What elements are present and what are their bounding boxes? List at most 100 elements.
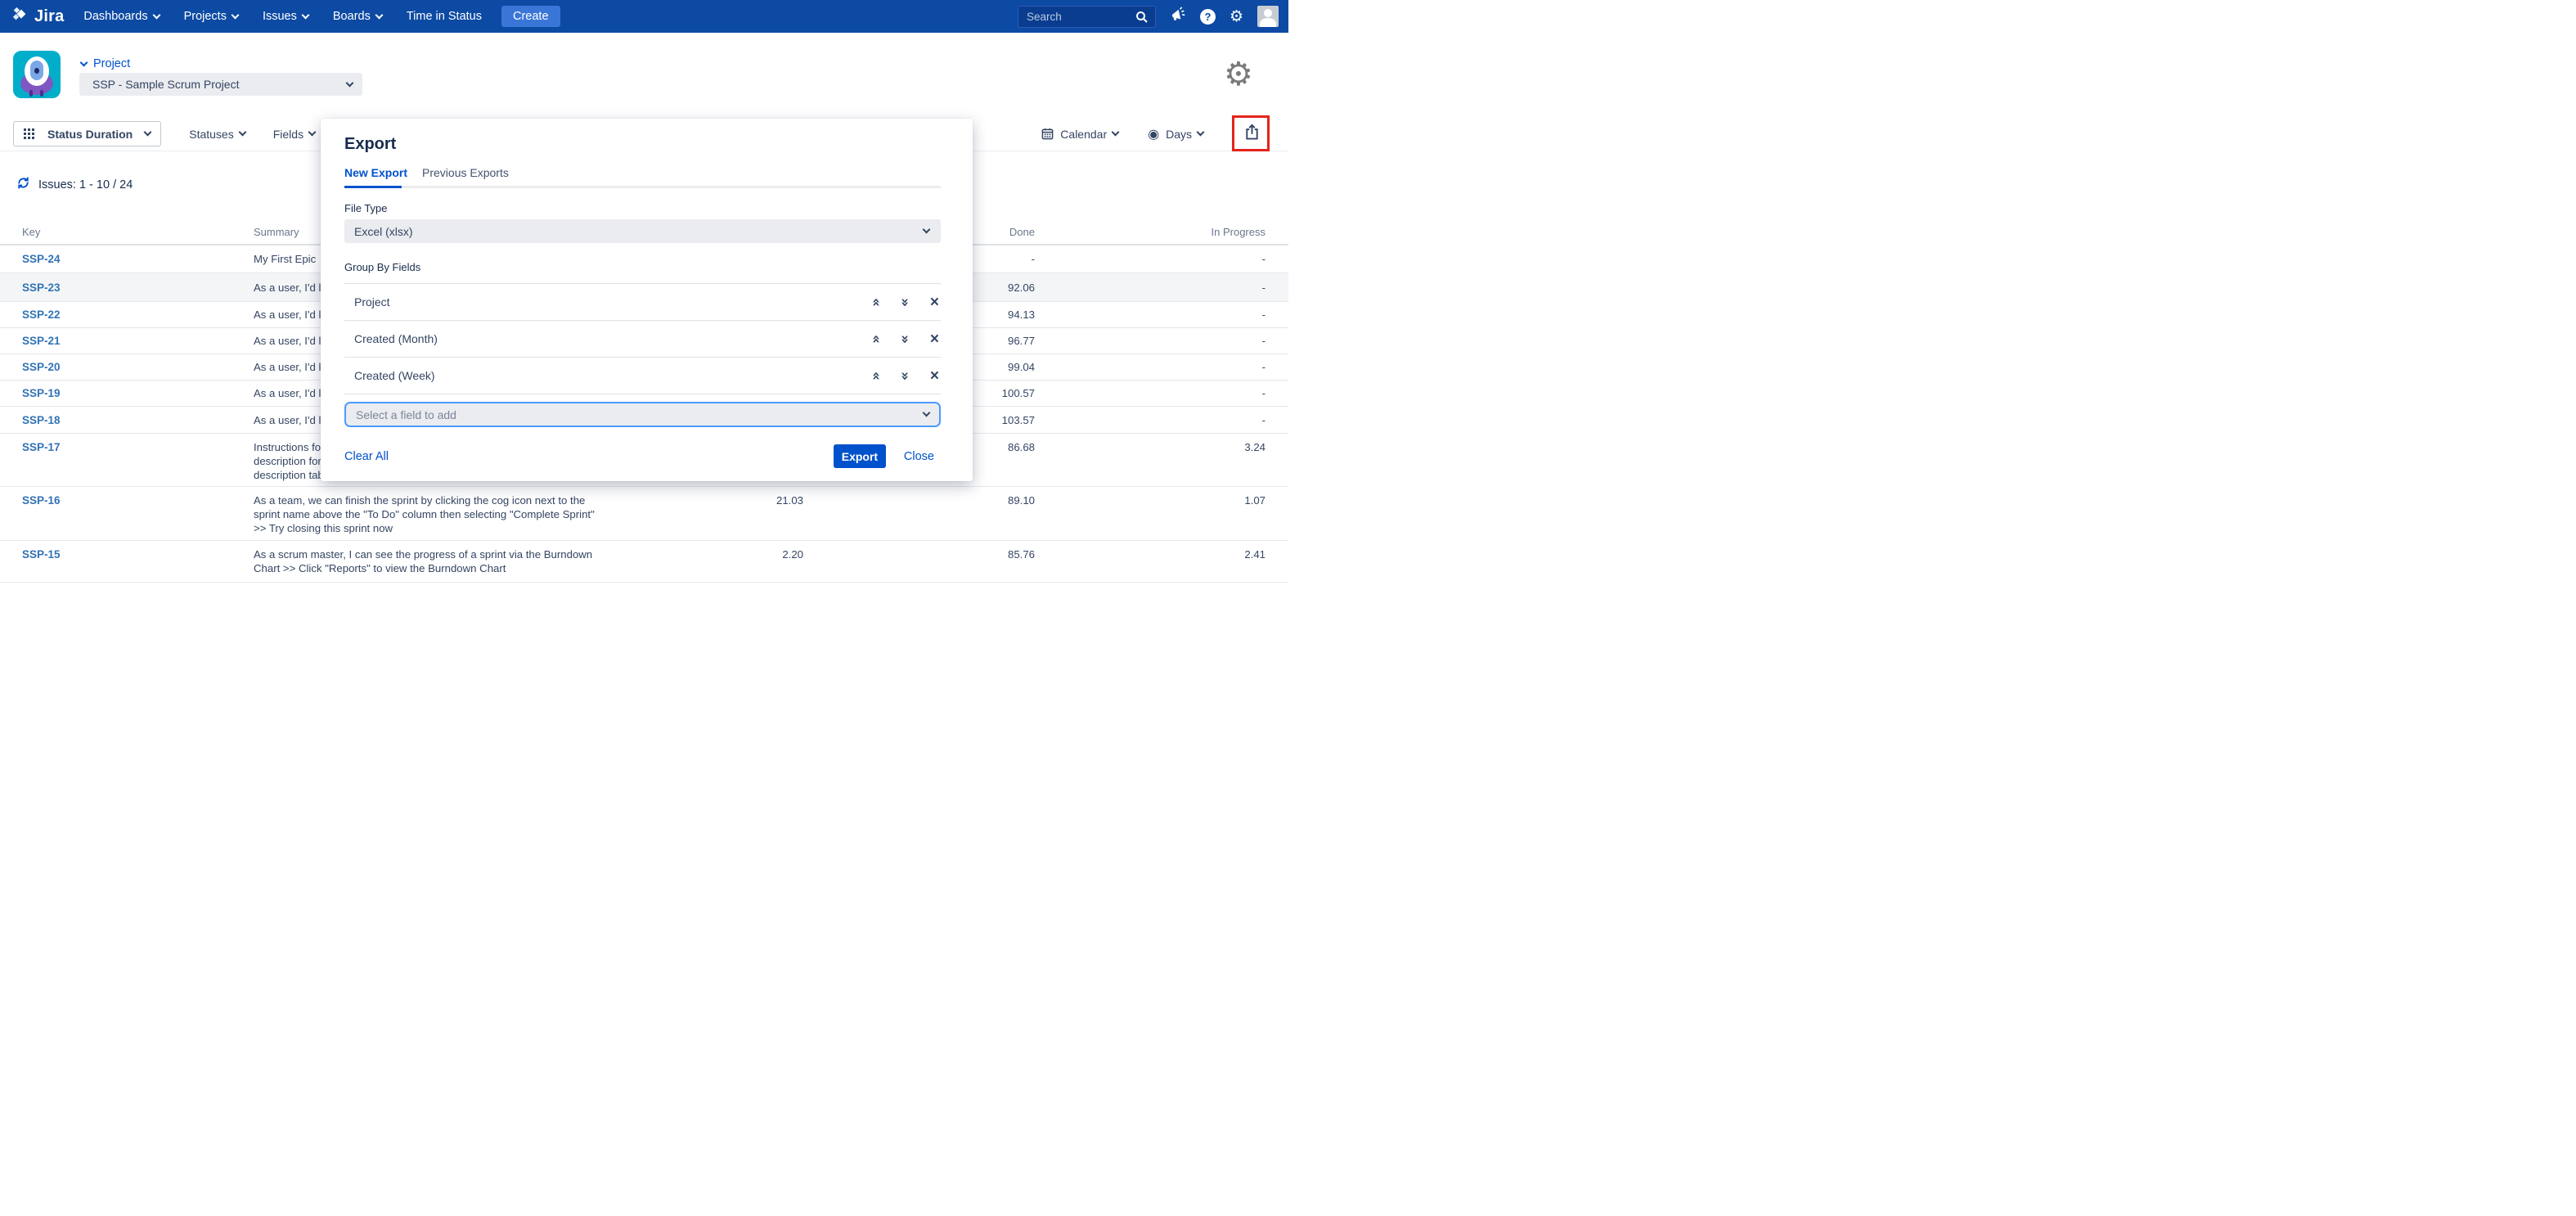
group-field-row: Project « « × bbox=[344, 284, 941, 321]
app-window: Jira Dashboards Projects Issues Boards T… bbox=[0, 0, 1288, 608]
project-avatar bbox=[13, 51, 61, 98]
remove-field-icon[interactable]: × bbox=[930, 368, 939, 384]
jira-logo[interactable]: Jira bbox=[11, 6, 64, 28]
project-breadcrumb[interactable]: Project bbox=[81, 57, 130, 70]
header-in-progress[interactable]: In Progress bbox=[1035, 226, 1266, 238]
file-type-select[interactable]: Excel (xlsx) bbox=[344, 219, 941, 243]
group-by-fields-list: Project « « × Created (Month) « « × Crea… bbox=[344, 283, 941, 394]
in-progress-value: 2.41 bbox=[1035, 541, 1266, 561]
chevron-down-icon bbox=[80, 59, 88, 67]
issue-key-link[interactable]: SSP-21 bbox=[22, 335, 254, 347]
calendar-dropdown[interactable]: Calendar bbox=[1041, 128, 1118, 141]
file-type-label: File Type bbox=[344, 202, 941, 214]
chevron-down-icon bbox=[1197, 128, 1205, 137]
todo-value: 21.03 bbox=[695, 487, 803, 507]
group-field-label: Project bbox=[354, 295, 390, 309]
page-settings-gear-icon[interactable]: ⚙ bbox=[1224, 56, 1253, 93]
in-progress-value: - bbox=[1035, 309, 1266, 321]
remove-field-icon[interactable]: × bbox=[930, 331, 939, 347]
modal-footer: Clear All Export Close bbox=[344, 444, 941, 468]
in-progress-value: 3.24 bbox=[1035, 434, 1266, 454]
in-progress-value: - bbox=[1035, 361, 1266, 373]
add-field-select[interactable]: Select a field to add bbox=[344, 402, 941, 427]
chevron-down-icon bbox=[375, 11, 383, 19]
in-progress-value: - bbox=[1035, 414, 1266, 426]
chevron-down-icon bbox=[1112, 128, 1120, 137]
jira-logo-icon bbox=[11, 6, 29, 28]
jira-logo-text: Jira bbox=[34, 7, 64, 26]
grid-icon bbox=[24, 128, 34, 139]
statuses-dropdown[interactable]: Statuses bbox=[189, 128, 245, 141]
tab-underline-track bbox=[344, 186, 941, 188]
nav-dashboards[interactable]: Dashboards bbox=[83, 10, 159, 23]
issue-key-link[interactable]: SSP-17 bbox=[22, 434, 254, 454]
issue-key-link[interactable]: SSP-24 bbox=[22, 253, 254, 265]
chevron-down-icon bbox=[152, 11, 160, 19]
issue-key-link[interactable]: SSP-19 bbox=[22, 387, 254, 399]
done-value: 89.10 bbox=[803, 487, 1035, 507]
group-field-row: Created (Week) « « × bbox=[344, 358, 941, 394]
issue-summary: As a team, we can finish the sprint by c… bbox=[254, 487, 695, 535]
chevron-down-icon bbox=[346, 79, 354, 87]
user-avatar[interactable] bbox=[1257, 6, 1279, 27]
help-icon[interactable]: ? bbox=[1200, 9, 1216, 25]
modal-title: Export bbox=[344, 135, 941, 154]
nav-projects[interactable]: Projects bbox=[184, 10, 238, 23]
in-progress-value: - bbox=[1035, 253, 1266, 265]
chevron-down-icon bbox=[301, 11, 309, 19]
announcements-icon[interactable] bbox=[1170, 7, 1186, 27]
done-value: 85.76 bbox=[803, 541, 1035, 561]
todo-value: 2.20 bbox=[695, 541, 803, 561]
group-by-fields-label: Group By Fields bbox=[344, 261, 941, 273]
project-select[interactable]: SSP - Sample Scrum Project bbox=[79, 73, 362, 96]
move-up-icon[interactable]: « bbox=[869, 372, 883, 381]
add-field-placeholder: Select a field to add bbox=[356, 408, 456, 421]
search-icon[interactable] bbox=[1135, 11, 1149, 28]
export-button[interactable] bbox=[1233, 116, 1270, 152]
days-dropdown[interactable]: ◉ Days bbox=[1148, 126, 1203, 142]
calendar-icon bbox=[1041, 128, 1054, 140]
nav-issues[interactable]: Issues bbox=[263, 10, 308, 23]
move-down-icon[interactable]: « bbox=[898, 372, 912, 381]
in-progress-value: 1.07 bbox=[1035, 487, 1266, 507]
tab-previous-exports[interactable]: Previous Exports bbox=[422, 166, 509, 186]
tab-new-export[interactable]: New Export bbox=[344, 166, 407, 186]
move-up-icon[interactable]: « bbox=[869, 298, 883, 307]
settings-gear-icon[interactable]: ⚙ bbox=[1230, 7, 1243, 25]
remove-field-icon[interactable]: × bbox=[930, 295, 939, 310]
in-progress-value: - bbox=[1035, 281, 1266, 294]
export-icon bbox=[1243, 123, 1261, 145]
move-up-icon[interactable]: « bbox=[869, 335, 883, 344]
create-button[interactable]: Create bbox=[501, 6, 560, 27]
issue-summary: As a scrum master, I can see the progres… bbox=[254, 541, 695, 575]
header-key[interactable]: Key bbox=[22, 226, 254, 238]
active-tab-indicator bbox=[344, 186, 402, 188]
chevron-down-icon bbox=[923, 226, 931, 234]
search-input[interactable] bbox=[1018, 11, 1155, 23]
modal-close-link[interactable]: Close bbox=[904, 450, 934, 463]
nav-boards[interactable]: Boards bbox=[333, 10, 382, 23]
top-navbar: Jira Dashboards Projects Issues Boards T… bbox=[0, 0, 1288, 33]
issue-key-link[interactable]: SSP-16 bbox=[22, 487, 254, 507]
chevron-down-icon bbox=[238, 128, 246, 137]
issue-key-link[interactable]: SSP-18 bbox=[22, 414, 254, 426]
nav-time-in-status[interactable]: Time in Status bbox=[407, 10, 482, 23]
issue-key-link[interactable]: SSP-23 bbox=[22, 281, 254, 294]
clear-all-link[interactable]: Clear All bbox=[344, 450, 389, 463]
refresh-icon[interactable] bbox=[16, 175, 31, 195]
chevron-down-icon bbox=[923, 409, 931, 417]
issue-key-link[interactable]: SSP-15 bbox=[22, 541, 254, 561]
in-progress-value: - bbox=[1035, 387, 1266, 399]
modal-export-button[interactable]: Export bbox=[834, 444, 886, 468]
view-selector-button[interactable]: Status Duration bbox=[13, 121, 161, 146]
table-row: SSP-16 As a team, we can finish the spri… bbox=[0, 487, 1288, 541]
move-down-icon[interactable]: « bbox=[898, 335, 912, 344]
search-box bbox=[1018, 6, 1156, 28]
issue-key-link[interactable]: SSP-22 bbox=[22, 309, 254, 321]
move-down-icon[interactable]: « bbox=[898, 298, 912, 307]
chevron-down-icon bbox=[308, 128, 317, 137]
export-modal: Export New Export Previous Exports File … bbox=[321, 119, 973, 481]
in-progress-value: - bbox=[1035, 335, 1266, 347]
issue-key-link[interactable]: SSP-20 bbox=[22, 361, 254, 373]
fields-dropdown[interactable]: Fields bbox=[273, 128, 315, 141]
